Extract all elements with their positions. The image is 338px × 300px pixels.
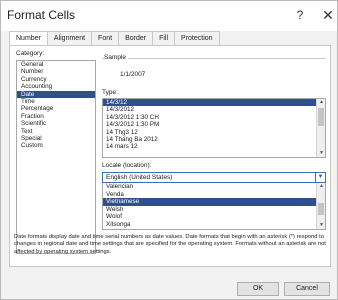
type-item[interactable]: 14/3/2012 1:30 CH: [103, 114, 325, 121]
category-item-date[interactable]: Date: [17, 90, 95, 98]
locale-label: Locale (location):: [102, 162, 152, 169]
sample-value: 1/1/2007: [120, 71, 146, 78]
scroll-up-icon[interactable]: ▲: [318, 99, 325, 106]
category-item-special[interactable]: Special: [17, 135, 95, 142]
category-item-custom[interactable]: Custom: [17, 142, 95, 149]
type-scrollbar[interactable]: ▲ ▼: [316, 99, 325, 157]
type-item[interactable]: 14 mars 12: [103, 143, 325, 150]
tab-protection[interactable]: Protection: [174, 31, 220, 45]
category-item-accounting[interactable]: Accounting: [17, 83, 95, 90]
sample-group: Sample 1/1/2007: [102, 54, 326, 82]
category-item-text[interactable]: Text: [17, 128, 95, 135]
locale-option[interactable]: Wolof: [103, 213, 325, 221]
category-item-general[interactable]: General: [17, 61, 95, 68]
ok-button[interactable]: OK: [237, 282, 279, 296]
locale-option[interactable]: Welsh: [103, 206, 325, 214]
locale-option[interactable]: Venda: [103, 191, 325, 199]
close-button[interactable]: ✕: [319, 6, 337, 24]
locale-option[interactable]: Xitsonga: [103, 221, 325, 229]
scroll-down-icon[interactable]: ▼: [318, 222, 325, 229]
dialog-title: Format Cells: [7, 8, 76, 22]
locale-scrollbar[interactable]: ▲ ▼: [316, 183, 325, 229]
category-list[interactable]: General Number Currency Accounting Date …: [16, 60, 96, 254]
tab-number[interactable]: Number: [9, 31, 48, 46]
type-label: Type:: [102, 89, 118, 96]
type-item[interactable]: 14/3/2012 1:30 PM: [103, 121, 325, 128]
scroll-up-icon[interactable]: ▲: [318, 183, 325, 190]
type-list[interactable]: 14/3/12 14/3/2012 14/3/2012 1:30 CH 14/3…: [102, 98, 326, 158]
category-item-fraction[interactable]: Fraction: [17, 113, 95, 120]
scroll-thumb[interactable]: [318, 203, 324, 215]
chevron-down-icon[interactable]: ▼: [315, 173, 325, 182]
type-item[interactable]: 14/3/2012: [103, 106, 325, 113]
format-description: Date formats display date and time seria…: [14, 234, 326, 255]
category-item-time[interactable]: Time: [17, 98, 95, 105]
tab-font[interactable]: Font: [91, 31, 120, 45]
title-bar: Format Cells ? ✕: [1, 1, 337, 31]
locale-option[interactable]: Valencian: [103, 183, 325, 191]
type-item[interactable]: 14 Tháng Ba 2012: [103, 136, 325, 143]
tab-fill[interactable]: Fill: [152, 31, 176, 45]
number-tab-panel: Category: General Number Currency Accoun…: [9, 45, 331, 267]
help-button[interactable]: ?: [291, 6, 309, 24]
scroll-thumb[interactable]: [318, 108, 324, 126]
category-item-number[interactable]: Number: [17, 68, 95, 75]
category-item-currency[interactable]: Currency: [17, 76, 95, 83]
locale-option[interactable]: Vietnamese: [103, 198, 325, 206]
locale-value: English (United States): [106, 174, 173, 181]
tab-border[interactable]: Border: [118, 31, 154, 45]
scroll-down-icon[interactable]: ▼: [318, 150, 325, 157]
type-item[interactable]: 14/3/12: [103, 99, 325, 107]
type-item[interactable]: 14 Thg3 12: [103, 129, 325, 136]
tab-strip: Number Alignment Font Border Fill Protec…: [9, 31, 220, 46]
category-item-scientific[interactable]: Scientific: [17, 120, 95, 127]
locale-dropdown[interactable]: English (United States) ▼: [102, 172, 326, 183]
tab-alignment[interactable]: Alignment: [46, 31, 93, 45]
cancel-button[interactable]: Cancel: [284, 282, 330, 296]
format-cells-dialog: Format Cells ? ✕ Number Alignment Font B…: [0, 0, 338, 300]
sample-label: Sample: [104, 54, 129, 61]
locale-options-list[interactable]: Valencian Venda Vietnamese Welsh Wolof X…: [102, 183, 326, 230]
category-label: Category:: [16, 50, 45, 57]
category-item-percentage[interactable]: Percentage: [17, 105, 95, 112]
